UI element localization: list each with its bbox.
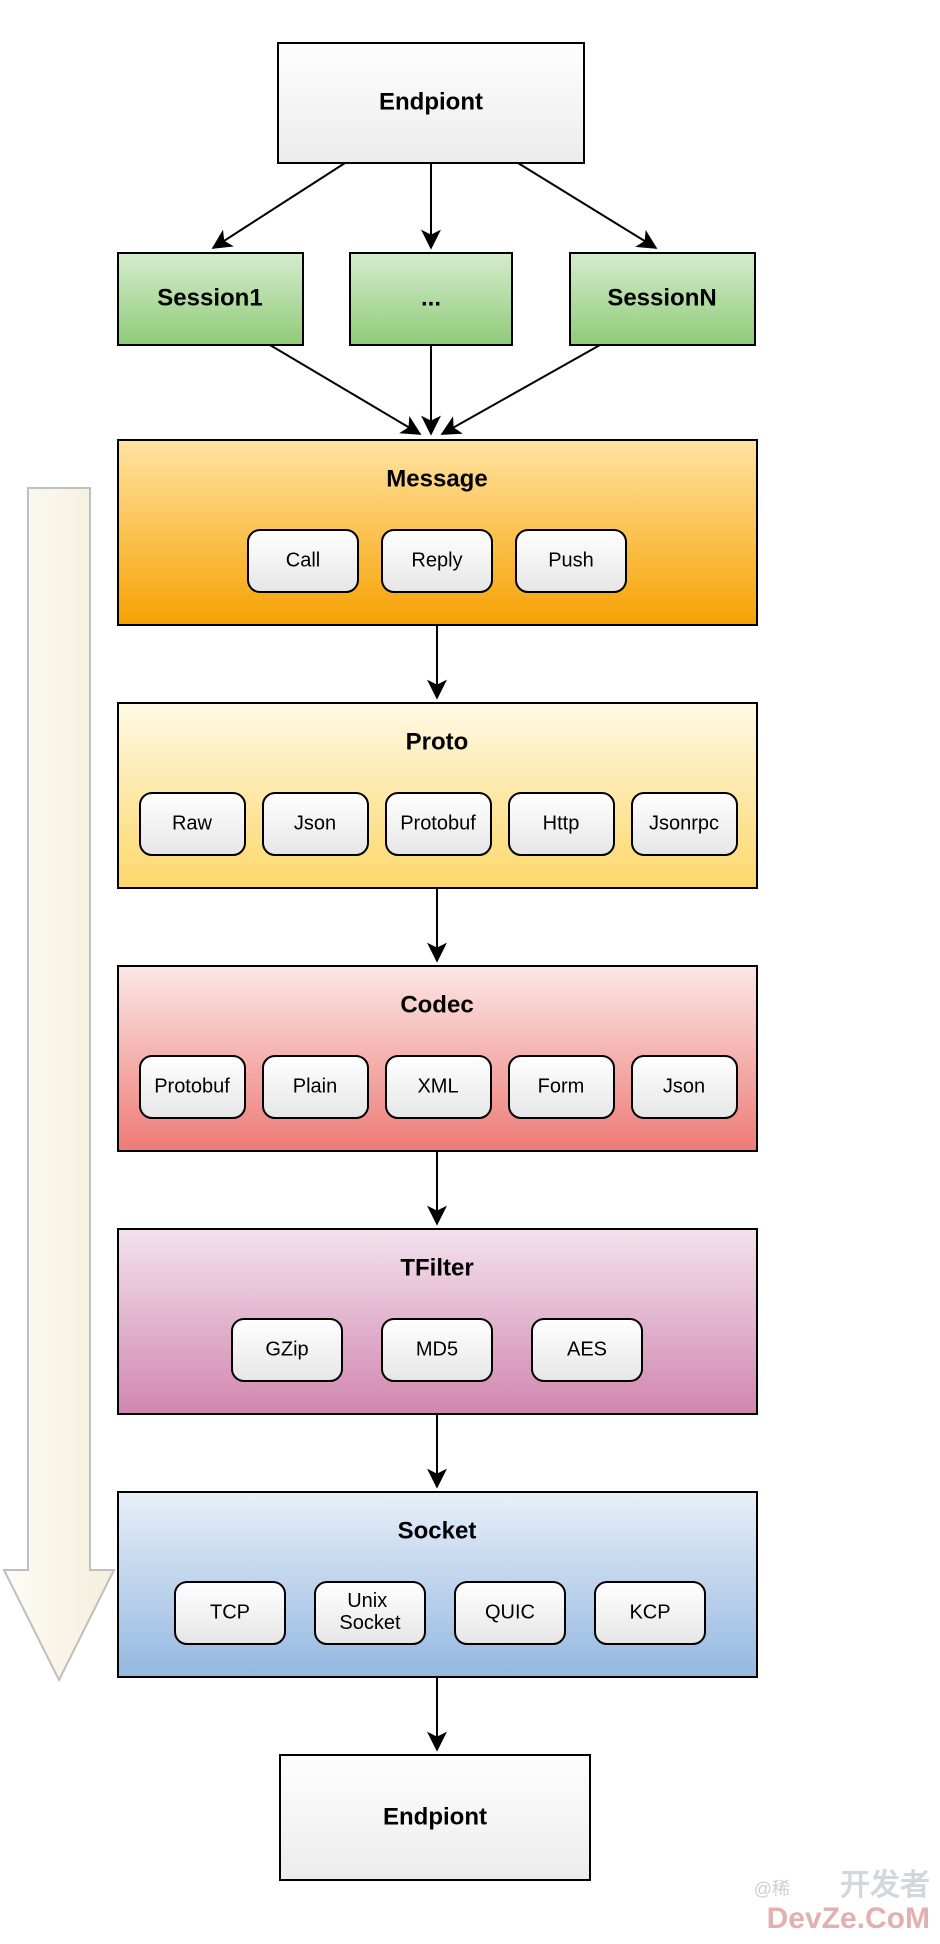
session-mid-label: ... xyxy=(421,284,441,311)
socket-pill-1: Unix Socket xyxy=(315,1582,425,1644)
socket-pill-3: KCP xyxy=(595,1582,705,1644)
svg-text:TCP: TCP xyxy=(210,1601,250,1623)
socket-pill-0: TCP xyxy=(175,1582,285,1644)
codec-title: Codec xyxy=(400,991,473,1018)
flow-direction-arrow xyxy=(4,488,114,1680)
arrows-endpoint-to-sessions xyxy=(213,163,656,248)
socket-title: Socket xyxy=(398,1517,477,1544)
socket-pill-2: QUIC xyxy=(455,1582,565,1644)
svg-text:Jsonrpc: Jsonrpc xyxy=(649,812,719,834)
codec-box: Codec Protobuf Plain XML Form Json xyxy=(118,966,757,1151)
codec-pill-4: Json xyxy=(632,1056,737,1118)
codec-pill-2: XML xyxy=(386,1056,491,1118)
svg-text:Protobuf: Protobuf xyxy=(154,1075,230,1097)
endpoint-bottom-label: Endpiont xyxy=(383,1803,487,1830)
arrows-sessions-to-message xyxy=(270,345,600,434)
proto-box: Proto Raw Json Protobuf Http Jsonrpc xyxy=(118,703,757,888)
endpoint-top-box: Endpiont xyxy=(278,43,584,163)
message-box: Message Call Reply Push xyxy=(118,440,757,625)
tfilter-title: TFilter xyxy=(400,1254,473,1281)
svg-text:开发者: 开发者 xyxy=(840,1869,930,1902)
svg-text:GZip: GZip xyxy=(265,1338,308,1360)
svg-text:AES: AES xyxy=(567,1338,607,1360)
svg-text:@稀: @稀 xyxy=(754,1879,790,1899)
svg-text:Reply: Reply xyxy=(411,549,462,571)
endpoint-bottom-box: Endpiont xyxy=(280,1755,590,1880)
endpoint-top-label: Endpiont xyxy=(379,88,483,115)
codec-pill-3: Form xyxy=(509,1056,614,1118)
svg-text:MD5: MD5 xyxy=(416,1338,458,1360)
svg-text:Json: Json xyxy=(294,812,336,834)
proto-pill-1: Json xyxy=(263,793,368,855)
svg-text:DevZe.CoM: DevZe.CoM xyxy=(767,1902,930,1935)
proto-pill-2: Protobuf xyxy=(386,793,491,855)
session1-label: Session1 xyxy=(157,284,262,311)
message-title: Message xyxy=(386,465,487,492)
proto-pill-0: Raw xyxy=(140,793,245,855)
session-mid-box: ... xyxy=(350,253,512,345)
codec-pill-0: Protobuf xyxy=(140,1056,245,1118)
svg-text:Call: Call xyxy=(286,549,320,571)
svg-text:Json: Json xyxy=(663,1075,705,1097)
watermark: @稀 开发者 DevZe.CoM xyxy=(754,1869,930,1935)
codec-pill-1: Plain xyxy=(263,1056,368,1118)
proto-pill-4: Jsonrpc xyxy=(632,793,737,855)
tfilter-pill-1: MD5 xyxy=(382,1319,492,1381)
sessionn-label: SessionN xyxy=(607,284,716,311)
svg-text:Plain: Plain xyxy=(293,1075,337,1097)
session1-box: Session1 xyxy=(118,253,303,345)
svg-text:Http: Http xyxy=(543,812,580,834)
proto-pill-3: Http xyxy=(509,793,614,855)
message-pill-1: Reply xyxy=(382,530,492,592)
tfilter-box: TFilter GZip MD5 AES xyxy=(118,1229,757,1414)
svg-text:XML: XML xyxy=(417,1075,458,1097)
svg-text:KCP: KCP xyxy=(629,1601,670,1623)
svg-text:Raw: Raw xyxy=(172,812,213,834)
svg-text:Form: Form xyxy=(538,1075,585,1097)
sessionn-box: SessionN xyxy=(570,253,755,345)
svg-text:QUIC: QUIC xyxy=(485,1601,535,1623)
tfilter-pill-2: AES xyxy=(532,1319,642,1381)
message-pill-0: Call xyxy=(248,530,358,592)
svg-text:Protobuf: Protobuf xyxy=(400,812,476,834)
tfilter-pill-0: GZip xyxy=(232,1319,342,1381)
svg-text:Push: Push xyxy=(548,549,594,571)
proto-title: Proto xyxy=(406,728,469,755)
message-pill-2: Push xyxy=(516,530,626,592)
svg-text:Unix Socket: Unix Socket xyxy=(339,1590,401,1634)
socket-box: Socket TCP Unix Socket QUIC KCP xyxy=(118,1492,757,1677)
